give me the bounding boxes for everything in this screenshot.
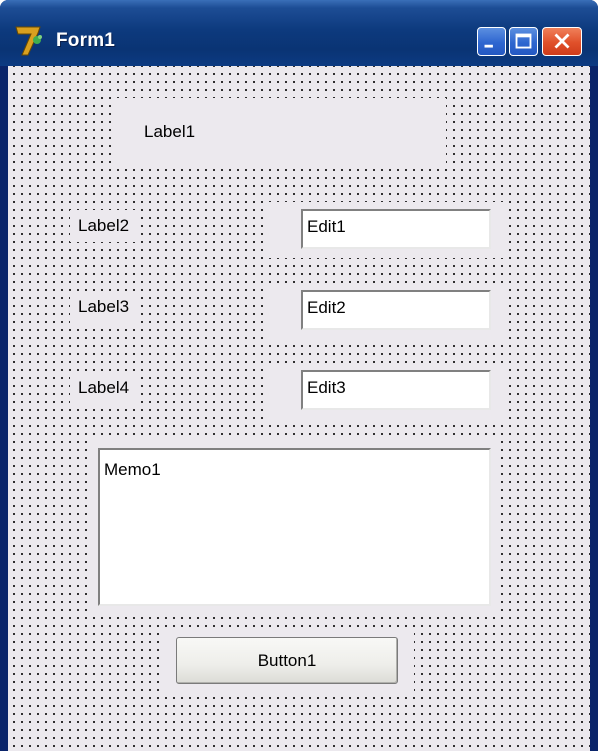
form-window: Form1 Label1 Label2 Edit1 Label3 Edit2 L…	[0, 0, 598, 751]
minimize-icon	[484, 44, 493, 48]
memo1-textarea[interactable]: Memo1	[98, 448, 491, 606]
close-icon	[554, 33, 570, 49]
maximize-button[interactable]	[509, 27, 538, 56]
label2: Label2	[70, 210, 138, 242]
delphi-7-icon	[15, 26, 42, 56]
edit1-field[interactable]: Edit1	[301, 209, 491, 249]
button1[interactable]: Button1	[176, 637, 398, 684]
form-client-area: Label1 Label2 Edit1 Label3 Edit2 Label4 …	[8, 66, 590, 751]
minimize-button[interactable]	[477, 27, 506, 56]
label4: Label4	[70, 372, 138, 404]
label3: Label3	[70, 291, 138, 323]
label1: Label1	[136, 116, 204, 148]
close-button[interactable]	[542, 27, 582, 56]
maximize-icon	[515, 33, 532, 49]
edit2-field[interactable]: Edit2	[301, 290, 491, 330]
edit3-field[interactable]: Edit3	[301, 370, 491, 410]
title-bar[interactable]: Form1	[0, 0, 598, 66]
window-title: Form1	[56, 30, 116, 51]
